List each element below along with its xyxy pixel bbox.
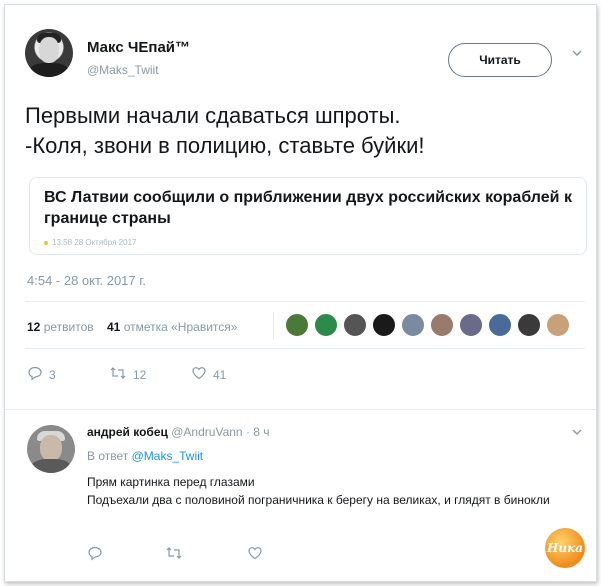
reply-count: 3 [49, 367, 56, 382]
liker-avatar[interactable] [401, 313, 425, 337]
tweet-timestamp[interactable]: 4:54 - 28 окт. 2017 г. [27, 273, 146, 288]
reply-text-line-1: Прям картинка перед глазами [87, 475, 255, 489]
liker-avatar[interactable] [314, 313, 338, 337]
dot-icon [44, 240, 48, 245]
reply-like-action[interactable] [247, 545, 263, 564]
reply-author-handle[interactable]: @AndruVann [171, 425, 242, 439]
retweet-count: 12 [133, 367, 147, 382]
stats-separator [273, 312, 274, 340]
quoted-card[interactable]: ВС Латвии сообщили о приближении двух ро… [29, 177, 587, 255]
liker-avatar[interactable] [459, 313, 483, 337]
like-action[interactable]: 41 [191, 365, 226, 384]
card-meta: 13:58 28 Октября 2017 [44, 238, 136, 247]
divider [25, 348, 585, 349]
retweets-count[interactable]: 12 [27, 320, 40, 334]
reply-time[interactable]: · 8 ч [246, 425, 270, 439]
card-title: ВС Латвии сообщили о приближении двух ро… [44, 189, 572, 227]
watermark-logo: Ника [545, 528, 585, 568]
tweet-text: Первыми начали сдаваться шпроты. -Коля, … [25, 101, 585, 161]
liker-avatar[interactable] [372, 313, 396, 337]
liker-avatar[interactable] [546, 313, 570, 337]
author-name[interactable]: Макс ЧЕпай™ [87, 39, 190, 56]
heart-icon [191, 365, 207, 384]
reply-icon [27, 365, 43, 384]
divider [25, 301, 585, 302]
reply-header: андрей кобец @AndruVann · 8 ч [87, 425, 270, 439]
divider [5, 409, 596, 410]
retweets-label[interactable]: ретвитов [44, 320, 94, 334]
chevron-down-icon[interactable] [571, 426, 583, 441]
reply-reply-action[interactable] [87, 545, 103, 564]
author-avatar[interactable] [25, 29, 73, 77]
reply-to-handle[interactable]: @Maks_Twiit [132, 449, 204, 463]
tweet-text-line-1: Первыми начали сдаваться шпроты. [25, 103, 401, 128]
tweet-screenshot: Макс ЧЕпай™ @Maks_Twiit Читать Первыми н… [4, 4, 597, 582]
liker-avatar[interactable] [517, 313, 541, 337]
reply-text: Прям картинка перед глазами Подъехали дв… [87, 473, 567, 509]
reply-action[interactable]: 3 [27, 365, 56, 384]
card-date: 13:58 28 Октября 2017 [52, 238, 137, 247]
liker-avatar[interactable] [430, 313, 454, 337]
reply-to-prefix: В ответ [87, 449, 129, 463]
author-handle[interactable]: @Maks_Twiit [87, 63, 159, 77]
chevron-down-icon[interactable] [571, 47, 585, 61]
liker-avatar[interactable] [285, 313, 309, 337]
tweet-text-line-2: -Коля, звони в полицию, ставьте буйки! [25, 133, 425, 158]
liker-avatar[interactable] [343, 313, 367, 337]
like-count: 41 [213, 367, 227, 382]
likes-count[interactable]: 41 [107, 320, 120, 334]
heart-icon [247, 545, 263, 564]
reply-to: В ответ @Maks_Twiit [87, 449, 203, 463]
tweet-stats: 12 ретвитов 41 отметка «Нравится» [27, 320, 237, 334]
liker-avatar[interactable] [488, 313, 512, 337]
retweet-icon [109, 365, 127, 384]
reply-author-name[interactable]: андрей кобец [87, 425, 168, 439]
reply-text-line-2: Подъехали два с половиной пограничника к… [87, 493, 550, 507]
reply-retweet-action[interactable] [165, 545, 183, 564]
reply-icon [87, 545, 103, 564]
follow-button[interactable]: Читать [448, 43, 552, 77]
retweet-icon [165, 545, 183, 564]
retweet-action[interactable]: 12 [109, 365, 146, 384]
reply-author-avatar[interactable] [27, 425, 75, 473]
likes-label[interactable]: отметка «Нравится» [124, 320, 238, 334]
